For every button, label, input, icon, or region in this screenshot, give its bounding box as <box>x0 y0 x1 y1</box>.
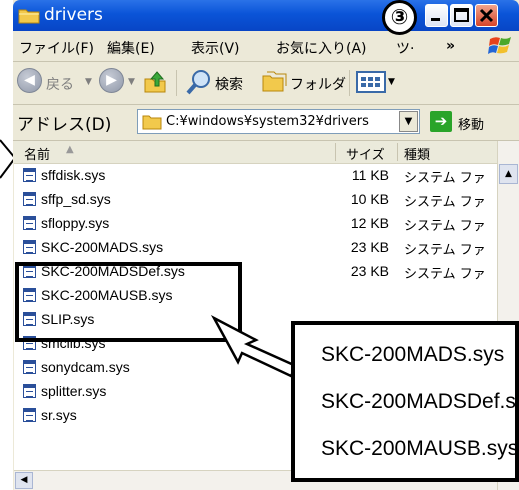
callout-line: SKC-200MADSDef.sys <box>321 390 519 413</box>
callout-line: SKC-200MAUSB.sys <box>321 437 519 460</box>
callout-box: SKC-200MADS.sys SKC-200MADSDef.sys SKC-2… <box>291 321 519 482</box>
callout-line: SKC-200MADS.sys <box>321 343 505 366</box>
